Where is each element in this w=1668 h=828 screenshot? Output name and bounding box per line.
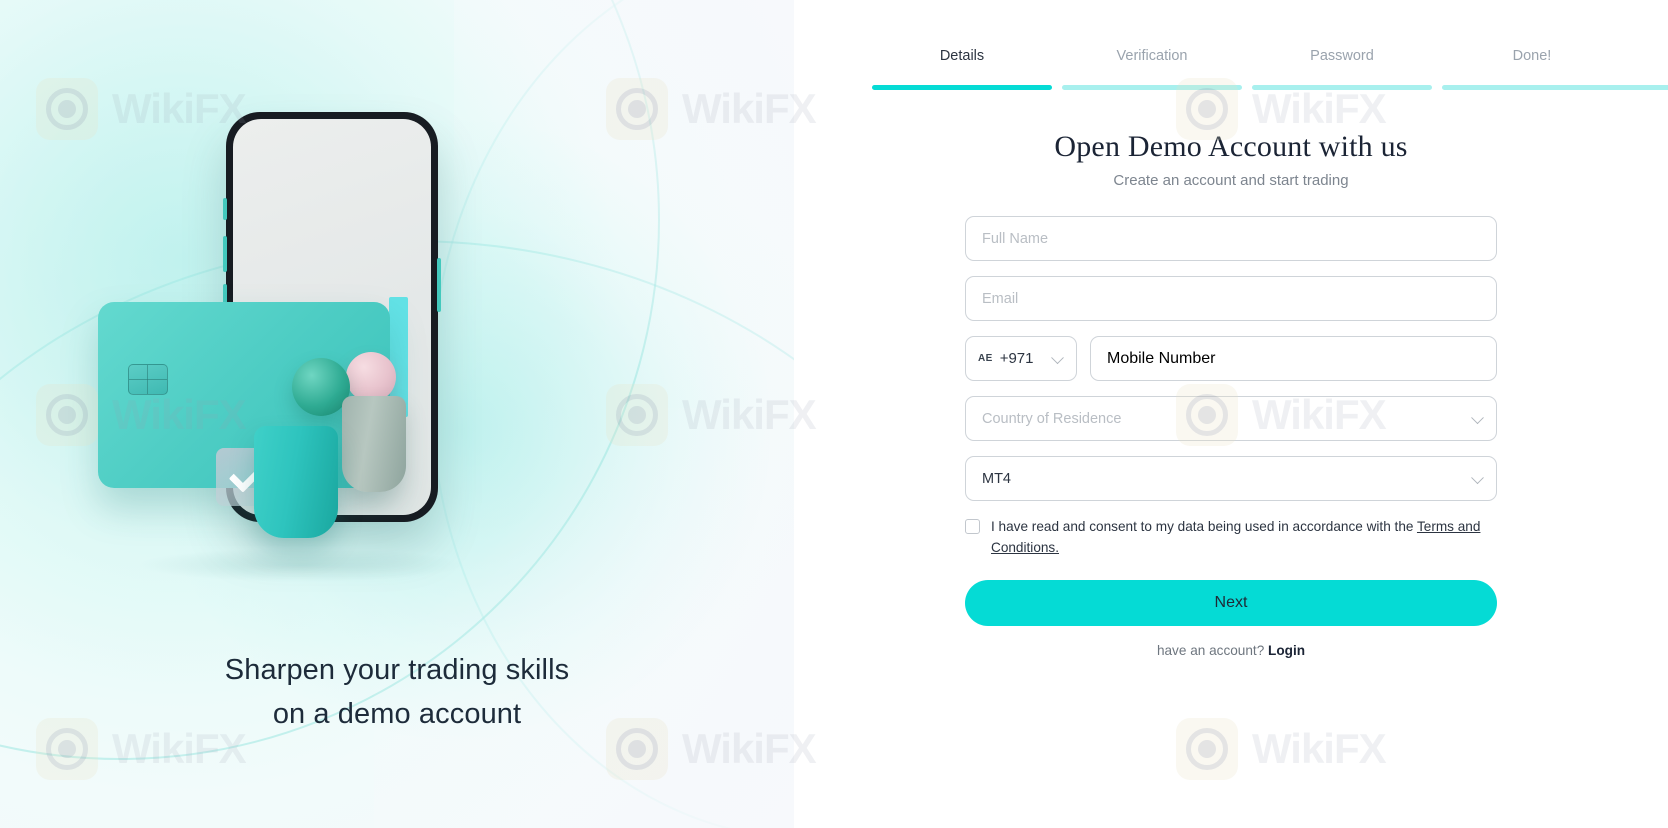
country-code-value: +971: [999, 350, 1034, 367]
stepper-step-label: Done!: [1512, 48, 1552, 64]
next-button[interactable]: Next: [965, 580, 1497, 626]
promo-illustration: [96, 96, 516, 596]
page-subtitle: Create an account and start trading: [1113, 172, 1349, 189]
sphere-pink-shape: [346, 352, 396, 402]
chevron-down-icon: [1471, 410, 1484, 424]
login-prompt-row: have an account? Login: [965, 643, 1497, 658]
cylinder-gray-shape: [342, 396, 406, 492]
stepper-step-bar: [1442, 85, 1668, 90]
stepper-step-details[interactable]: Details: [872, 48, 1052, 90]
signup-form-panel: Details Verification Password Done! Open…: [794, 0, 1668, 828]
cylinder-teal-shape: [254, 426, 338, 538]
country-flag-icon: AE: [978, 353, 993, 364]
stepper-step-verification[interactable]: Verification: [1062, 48, 1242, 90]
full-name-placeholder: Full Name: [982, 230, 1049, 247]
card-chip-icon: [128, 364, 168, 395]
consent-text: I have read and consent to my data being…: [991, 519, 1417, 534]
chevron-down-icon: [1471, 470, 1484, 484]
mobile-number-placeholder: Mobile Number: [1107, 349, 1216, 367]
platform-value: MT4: [982, 470, 1011, 487]
phone-button: [437, 258, 441, 312]
promo-headline-line-1: Sharpen your trading skills: [224, 654, 570, 686]
stepper-step-label: Verification: [1116, 48, 1188, 64]
form-fields: Full Name Email AE +971 Mobile Number Co…: [965, 216, 1497, 501]
login-prompt-text: have an account?: [1156, 643, 1269, 658]
stepper-step-bar: [1252, 85, 1432, 90]
chevron-down-icon: [1051, 350, 1064, 364]
login-link[interactable]: Login: [1268, 643, 1305, 658]
illustration-shadow: [136, 548, 466, 582]
stepper-step-label: Password: [1310, 48, 1374, 64]
promo-headline: Sharpen your trading skills on a demo ac…: [0, 648, 794, 736]
consent-checkbox[interactable]: [965, 519, 980, 534]
signup-stepper: Details Verification Password Done!: [794, 48, 1668, 102]
signup-page: Sharpen your trading skills on a demo ac…: [0, 0, 1668, 828]
full-name-field[interactable]: Full Name: [965, 216, 1497, 261]
stepper-step-bar: [872, 85, 1052, 90]
phone-row: AE +971 Mobile Number: [965, 336, 1497, 381]
consent-row: I have read and consent to my data being…: [965, 516, 1497, 558]
country-of-residence-select[interactable]: Country of Residence: [965, 396, 1497, 441]
consent-label: I have read and consent to my data being…: [991, 516, 1497, 558]
country-of-residence-placeholder: Country of Residence: [982, 410, 1122, 427]
signup-form: Open Demo Account with us Create an acco…: [794, 130, 1668, 658]
promo-headline-line-2: on a demo account: [272, 698, 522, 730]
country-code-select[interactable]: AE +971: [965, 336, 1077, 381]
phone-button: [223, 198, 227, 220]
promo-panel: Sharpen your trading skills on a demo ac…: [0, 0, 794, 828]
stepper-step-done[interactable]: Done!: [1442, 48, 1668, 90]
mobile-number-field[interactable]: Mobile Number: [1090, 336, 1497, 381]
stepper-step-password[interactable]: Password: [1252, 48, 1432, 90]
platform-select[interactable]: MT4: [965, 456, 1497, 501]
email-placeholder: Email: [982, 290, 1019, 307]
stepper-step-bar: [1062, 85, 1242, 90]
stepper-step-label: Details: [939, 48, 985, 64]
email-field[interactable]: Email: [965, 276, 1497, 321]
page-title: Open Demo Account with us: [1054, 130, 1408, 163]
phone-button: [223, 236, 227, 272]
